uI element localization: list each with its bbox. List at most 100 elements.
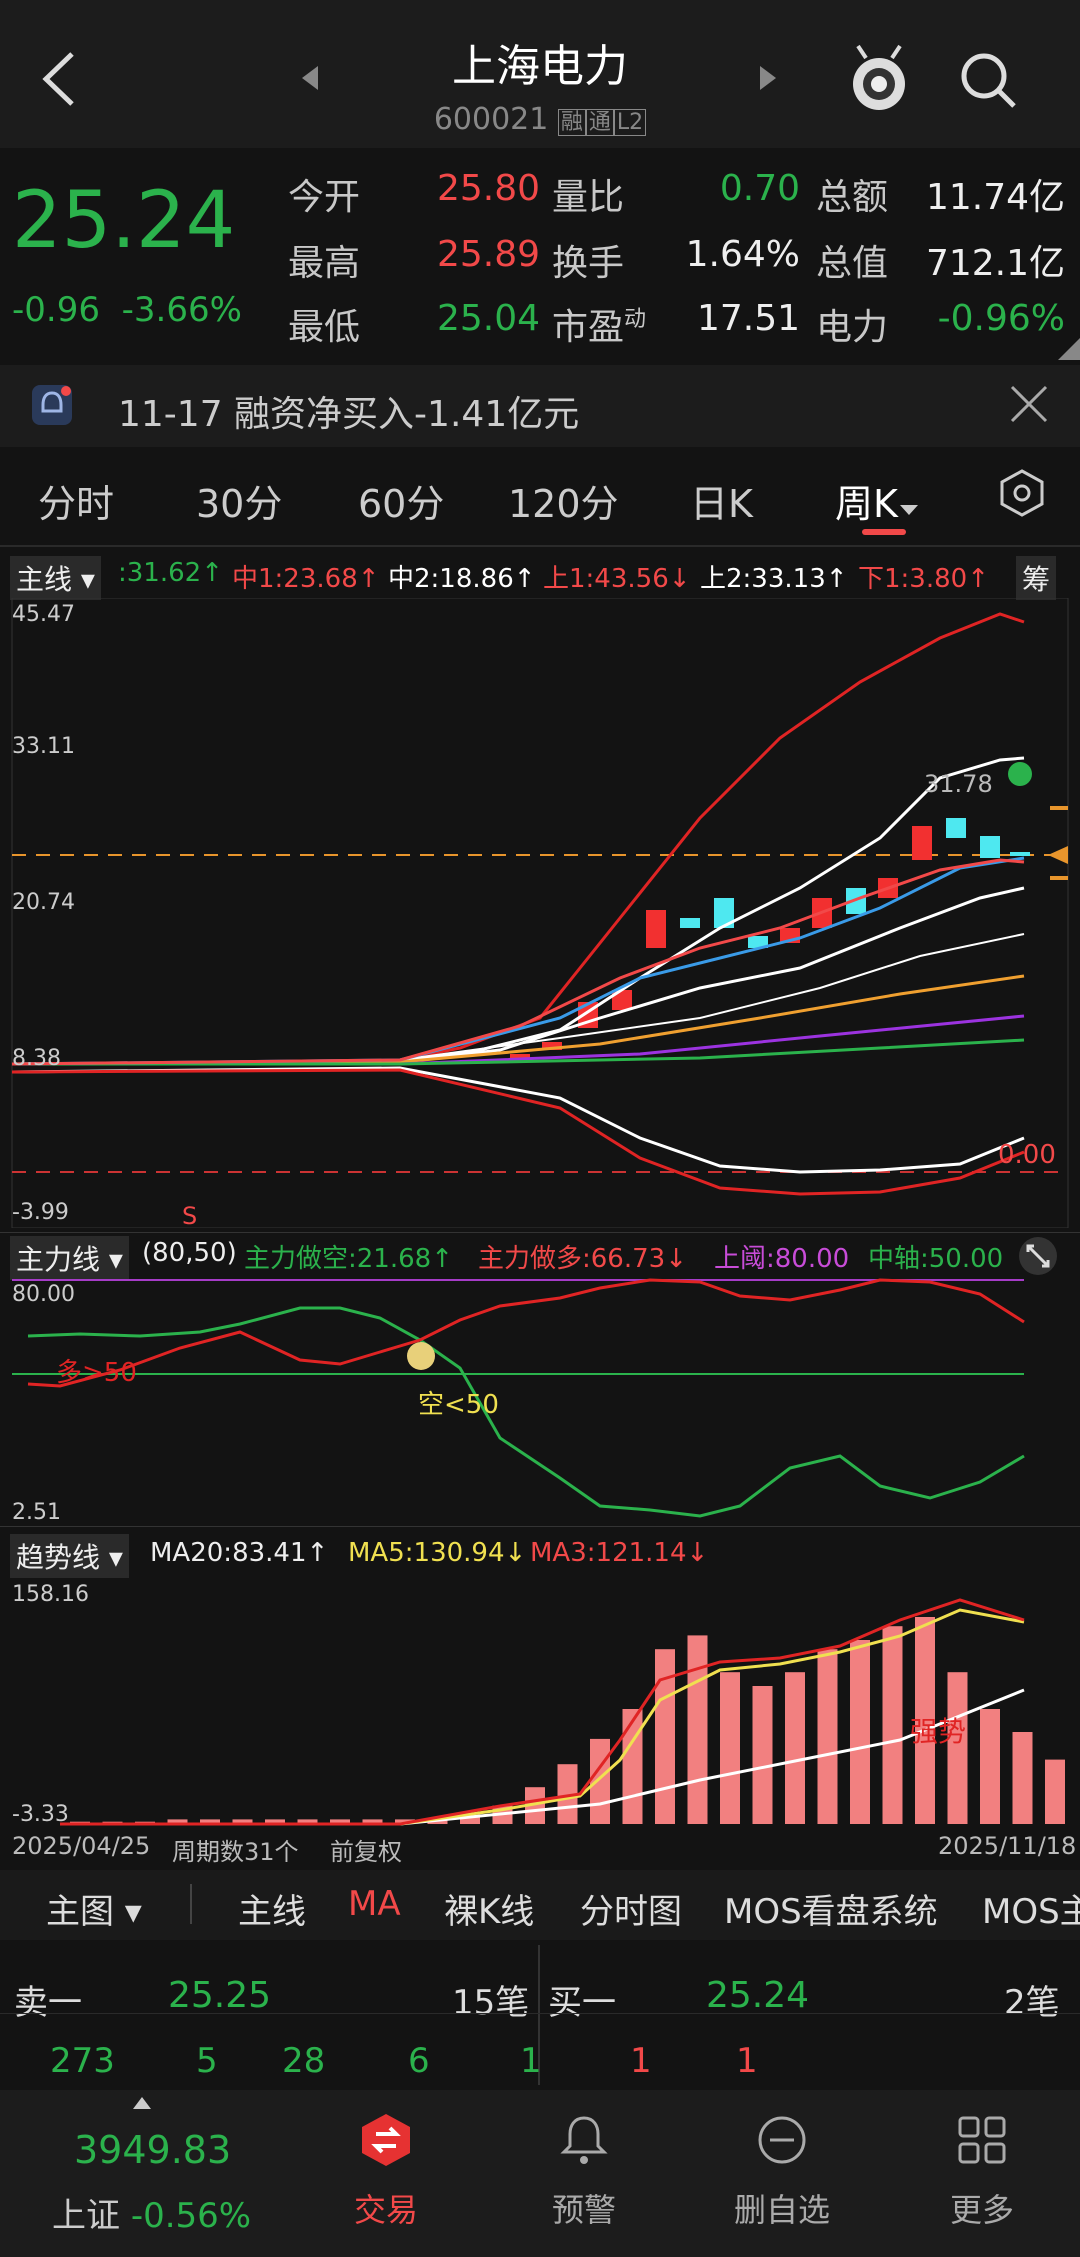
main-kline-chart[interactable] <box>0 598 1080 1228</box>
mascot-icon[interactable] <box>848 44 910 114</box>
main-indicator-label: 主线 <box>16 563 73 596</box>
next-stock-icon[interactable] <box>758 64 778 92</box>
buy1-count: 2笔 <box>1004 1983 1060 2023</box>
main-chart-dropdown[interactable]: 主图 ▾ <box>46 1884 142 1933</box>
expand-icon[interactable] <box>1018 1236 1058 1276</box>
chips-button[interactable]: 筹 <box>1016 556 1057 600</box>
menu-ma[interactable]: MA <box>348 1884 401 1924</box>
back-icon[interactable] <box>40 50 76 108</box>
trend-axis-bottom: -3.33 <box>12 1802 69 1827</box>
trend-label: 趋势线 <box>16 1541 101 1574</box>
period-tabs: 分时 30分 60分 120分 日K 周K <box>0 455 1080 540</box>
nav-remove-watch[interactable]: 删自选 <box>712 2185 852 2231</box>
sell-vol-0: 273 <box>50 2041 115 2081</box>
nav-trade[interactable]: 交易 <box>316 2185 456 2231</box>
divider <box>190 1884 192 1924</box>
tab-60min[interactable]: 60分 <box>358 473 444 528</box>
tab-intraday[interactable]: 分时 <box>38 473 114 528</box>
main-chip-low1: 下1:3.80↑ <box>858 564 989 594</box>
zero-label: 0.00 <box>998 1140 1056 1170</box>
ma-orange-line <box>11 974 1025 1066</box>
main-axis-2: 33.11 <box>12 734 75 759</box>
mainforce-mid: 中轴:50.00 <box>868 1244 1004 1274</box>
trend-bar <box>1012 1732 1033 1824</box>
high-value: 25.89 <box>436 234 540 275</box>
candle <box>646 910 666 948</box>
tab-daily[interactable]: 日K <box>690 473 753 528</box>
sell1-price: 25.25 <box>168 1975 272 2016</box>
trend-ma3: MA3:121.14↓ <box>530 1538 709 1568</box>
trend-ma20: MA20:83.41↑ <box>150 1538 329 1568</box>
open-value: 25.80 <box>436 168 540 209</box>
index-line[interactable]: 上证 -0.56% <box>52 2188 251 2237</box>
tab-30min[interactable]: 30分 <box>196 473 282 528</box>
mainforce-params: (80,50) <box>142 1238 237 1268</box>
date-end: 2025/11/18 <box>938 1832 1077 1860</box>
trend-bar <box>590 1738 610 1824</box>
pe-value: 17.51 <box>696 298 800 339</box>
amount-label: 总额 <box>816 177 889 218</box>
main-chip-0: :31.62↑ <box>118 558 223 588</box>
nav-alert[interactable]: 预警 <box>514 2185 654 2231</box>
sector-label[interactable]: 电力 <box>816 298 888 350</box>
mainforce-chart[interactable] <box>0 1278 1080 1522</box>
search-icon[interactable] <box>958 50 1018 110</box>
sector-value: -0.96% <box>937 298 1065 339</box>
menu-naked-k[interactable]: 裸K线 <box>444 1884 534 1933</box>
trend-bar <box>752 1686 773 1824</box>
menu-mos[interactable]: MOS看盘系统 <box>724 1884 938 1933</box>
low-label: 最低 <box>288 307 361 348</box>
settings-hexagon-icon[interactable] <box>998 469 1046 517</box>
trend-bar <box>882 1626 903 1824</box>
mid2-line <box>11 886 1025 1066</box>
coin-marker-icon <box>407 1342 435 1370</box>
quote-panel: 25.24 -0.96 -3.66% 今开 25.80 量比 0.70 总额 1… <box>0 148 1080 360</box>
period-count: 周期数31个 <box>172 1838 299 1866</box>
trend-axis-top: 158.16 <box>12 1582 89 1607</box>
adjust-mode[interactable]: 前复权 <box>330 1832 402 1867</box>
note-long: 多>50 <box>56 1358 137 1388</box>
trend-bar <box>817 1649 838 1824</box>
trade-icon[interactable] <box>360 2112 412 2168</box>
remove-watchlist-icon[interactable] <box>756 2112 808 2168</box>
main-chip-mid2: 中2:18.86↑ <box>388 564 536 594</box>
notice-text: 11-17 融资净买入-1.41亿元 <box>118 394 580 435</box>
badge-tong: 通 <box>585 109 614 136</box>
main-indicator-select[interactable]: 主线 ▾ <box>10 556 101 600</box>
bottom-nav: 3949.83 上证 -0.56% 交易 预警 删自选 更多 <box>0 2090 1080 2257</box>
trend-select[interactable]: 趋势线 ▾ <box>10 1534 129 1578</box>
trend-ma5: MA5:130.94↓ <box>348 1538 527 1568</box>
mainforce-select[interactable]: 主力线 ▾ <box>10 1236 129 1280</box>
menu-mos-main[interactable]: MOS主 <box>982 1884 1080 1933</box>
caret-up-icon[interactable] <box>132 2096 152 2110</box>
trend-bar <box>980 1709 1000 1824</box>
corner-expand-icon[interactable] <box>1058 338 1080 360</box>
tab-120min[interactable]: 120分 <box>508 473 619 528</box>
main-chip-up2: 上2:33.13↑ <box>700 564 848 594</box>
menu-intraday[interactable]: 分时图 <box>580 1884 682 1933</box>
menu-mainline[interactable]: 主线 <box>238 1884 306 1933</box>
low-value: 25.04 <box>436 298 540 339</box>
amount-value: 11.74亿 <box>925 177 1065 218</box>
bell-icon[interactable] <box>558 2112 610 2168</box>
candle <box>680 918 700 928</box>
close-icon[interactable] <box>1010 385 1048 423</box>
sell1-count: 15笔 <box>452 1983 530 2023</box>
pe-suffix: 动 <box>624 307 647 332</box>
main-axis-bottom: -3.99 <box>12 1200 69 1225</box>
tab-active-indicator <box>862 529 906 535</box>
candle <box>946 818 966 838</box>
candle <box>912 826 932 860</box>
candle <box>980 836 1000 858</box>
divider <box>0 1232 1080 1233</box>
trend-chart[interactable] <box>0 1580 1080 1830</box>
mainforce-upper: 上阈:80.00 <box>714 1244 850 1274</box>
prev-stock-icon[interactable] <box>300 64 320 92</box>
mktcap-value: 712.1亿 <box>925 243 1065 284</box>
tab-weekly[interactable]: 周K <box>835 473 920 528</box>
nav-more[interactable]: 更多 <box>912 2185 1052 2231</box>
notice-bar[interactable]: 11-17 融资净买入-1.41亿元 <box>0 365 1080 447</box>
grid-more-icon[interactable] <box>956 2112 1008 2168</box>
divider <box>0 1526 1080 1527</box>
stock-code-row: 600021 融通 L2 <box>340 102 740 137</box>
